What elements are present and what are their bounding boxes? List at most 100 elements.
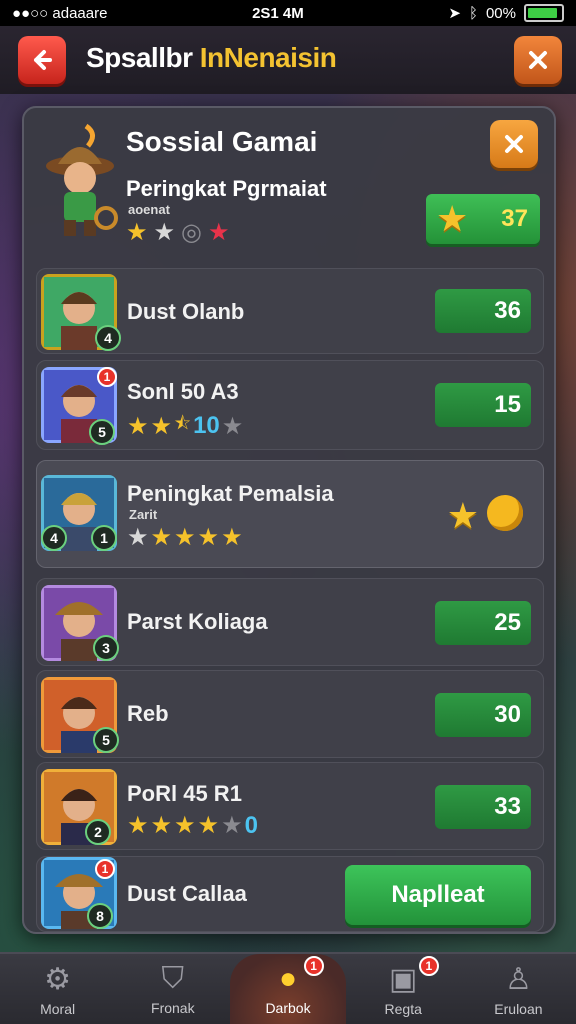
level-badge: 1 — [91, 525, 117, 551]
gold-star-icon: ★ — [150, 524, 173, 551]
player-score: 30 — [435, 693, 531, 737]
gift-box-icon: ▣ — [389, 962, 418, 996]
player-avatar — [46, 123, 118, 236]
list-item[interactable]: 4 Dust Olanb ★ 36 — [36, 268, 544, 354]
gold-star-icon: ★ — [150, 812, 173, 839]
spiral-icon: ◎ — [181, 219, 202, 246]
action-button[interactable]: Naplleat — [345, 865, 531, 925]
player-score: 37 — [501, 205, 528, 232]
list-item[interactable]: 3 Parst Koliaga ★ 25 — [36, 578, 544, 666]
notification-badge: 1 — [303, 956, 324, 976]
gold-star-icon: ★ — [126, 219, 148, 246]
nav-label: Fronak — [151, 1000, 195, 1016]
nav-item-eruloan[interactable]: ♙ Eruloan — [461, 954, 576, 1024]
nav-label: Moral — [40, 1000, 76, 1017]
player-name: Sonl 50 A3 — [127, 379, 239, 404]
player-name: Parst Koliaga — [127, 609, 268, 634]
level-badge: 4 — [95, 325, 121, 351]
red-star-icon: ★ — [207, 219, 230, 246]
star-rating: ★ ★ ★ ★ ★ 0 — [127, 811, 258, 840]
gray-star-icon: ★ — [221, 412, 244, 440]
panel-achievements: ★ ★ ◎ ★ — [126, 218, 230, 247]
player-score: 33 — [435, 785, 531, 829]
level-badge: 5 — [89, 419, 115, 445]
player-name: Peningkat Pemalsia — [127, 481, 334, 506]
player-score: 36 — [435, 289, 531, 333]
level-badge: 4 — [41, 525, 67, 551]
list-item[interactable]: 2 PoRl 45 R1 ★ ★ ★ ★ ★ 0 ★ 33 — [36, 762, 544, 850]
player-name: PoRl 45 R1 — [127, 781, 242, 806]
gold-star-icon: ★ — [127, 812, 149, 839]
level-badge: 8 — [87, 903, 113, 929]
back-button[interactable] — [18, 36, 66, 84]
star-rating: ★ ★ ★ ★ ★ — [127, 523, 243, 552]
title-part-2: InNenaisin — [199, 42, 337, 73]
notification-badge: 1 — [97, 367, 117, 387]
close-icon — [505, 135, 523, 153]
location-icon: ➤ — [448, 5, 461, 22]
player-name: Dust Olanb — [127, 299, 245, 324]
close-icon — [529, 51, 547, 69]
gold-star-icon: ★ — [150, 412, 173, 440]
level-badge: 3 — [93, 635, 119, 661]
carrier-text: ●●○○ adaaare — [12, 4, 108, 22]
nav-item-regta[interactable]: ▣ 1 Regta — [346, 954, 461, 1024]
player-score-button[interactable]: ★ 37 — [426, 194, 540, 244]
list-item[interactable]: 1 5 Sonl 50 A3 ★ ★ ⯪ 10 ★ ★ 15 — [36, 360, 544, 450]
bottom-nav: ⚙ Moral ⛉ Fronak ● 1 Darbok ▣ 1 Regta ♙ … — [0, 952, 576, 1024]
nav-item-moral[interactable]: ⚙ Moral — [0, 954, 115, 1024]
notification-badge: 1 — [95, 859, 115, 879]
bluetooth-icon: ᛒ — [468, 4, 478, 22]
gear-house-icon: ⚙ — [44, 962, 72, 996]
level-badge: 5 — [93, 727, 119, 753]
gold-star-icon: ★ — [174, 812, 196, 839]
fire-coin-icon[interactable] — [487, 495, 523, 531]
gold-star-icon: ★ — [197, 812, 220, 839]
chat-bubble-icon: ● — [278, 962, 298, 995]
list-item[interactable]: 5 Reb ★ 30 — [36, 670, 544, 758]
panel-close-button[interactable] — [490, 120, 538, 168]
person-icon: ♙ — [504, 962, 532, 996]
page-title: Spsallbr InNenaisin — [86, 42, 337, 74]
nav-item-fronak[interactable]: ⛉ Fronak — [115, 954, 230, 1024]
top-header: Spsallbr InNenaisin — [0, 26, 576, 94]
nav-item-darbok[interactable]: ● 1 Darbok — [230, 954, 346, 1024]
back-arrow-icon — [34, 50, 52, 70]
star-count: 10 — [193, 412, 220, 439]
gold-star-icon: ★ — [221, 524, 243, 551]
silver-star-icon: ★ — [153, 219, 176, 246]
level-badge: 2 — [85, 819, 111, 845]
player-score: 15 — [435, 383, 531, 427]
close-button[interactable] — [514, 36, 562, 84]
star-icon: ★ — [436, 198, 469, 239]
star-rating: ★ ★ ⯪ 10 ★ — [127, 411, 243, 441]
player-name: Dust Callaa — [127, 881, 247, 906]
nav-label: Eruloan — [494, 1000, 543, 1017]
panel-small-text: aoenat — [128, 202, 170, 217]
panel-header: Sossial Gamai Peringkat Pgrmaiat aoenat … — [24, 108, 554, 258]
battery-text: 00% — [485, 4, 516, 22]
gold-star-icon: ★ — [127, 412, 149, 440]
shield-icon: ⛉ — [161, 962, 185, 995]
star-count: 0 — [244, 811, 258, 839]
gray-star-icon: ★ — [221, 812, 243, 839]
gold-star-icon: ★ — [174, 524, 196, 551]
gold-star-icon: ★ — [197, 524, 220, 551]
player-score: 25 — [435, 601, 531, 645]
title-part-1: Spsallbr — [86, 42, 193, 73]
list-item-highlighted[interactable]: 4 1 Peningkat Pemalsia Zarit ★ ★ ★ ★ ★ ★ — [36, 460, 544, 568]
status-bar: ●●○○ adaaare 2S1 4M ➤ ᛒ 00% — [0, 0, 576, 26]
panel-subtitle: Peringkat Pgrmaiat — [126, 176, 327, 201]
star-icon: ★ — [446, 495, 479, 536]
notification-badge: 1 — [418, 956, 439, 976]
silver-star-icon: ★ — [127, 524, 149, 551]
nav-label: Regta — [384, 1000, 422, 1017]
nav-label: Darbok — [265, 1000, 311, 1016]
panel-title: Sossial Gamai — [126, 126, 318, 157]
player-subtext: Zarit — [129, 507, 158, 522]
social-panel: Sossial Gamai Peringkat Pgrmaiat aoenat … — [22, 106, 556, 934]
clock: 2S1 4M — [252, 4, 304, 22]
list-item[interactable]: 1 8 Dust Callaa Naplleat — [36, 856, 544, 932]
half-star-icon: ⯪ — [174, 413, 192, 433]
battery-icon — [523, 4, 564, 22]
